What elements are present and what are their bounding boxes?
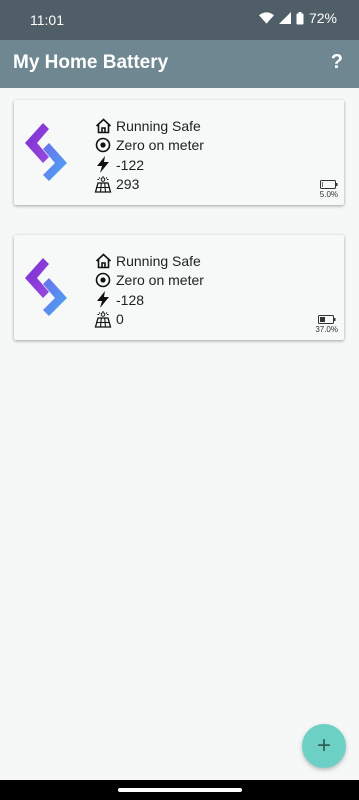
solar-row: 293 bbox=[94, 175, 204, 195]
plus-icon: + bbox=[316, 732, 331, 759]
bolt-icon bbox=[94, 291, 112, 309]
bolt-icon bbox=[94, 156, 112, 174]
target-icon bbox=[94, 136, 112, 154]
battery-level: 37.0% bbox=[315, 315, 338, 334]
grid-row: -122 bbox=[94, 155, 204, 175]
battery-level-icon bbox=[317, 315, 336, 324]
status-row: Running Safe bbox=[94, 116, 204, 136]
status-text: Running Safe bbox=[116, 117, 201, 134]
home-icon bbox=[94, 117, 112, 135]
target-icon bbox=[94, 271, 112, 289]
battery-percent: 5.0% bbox=[319, 190, 338, 199]
battery-icon bbox=[296, 11, 304, 24]
solar-value: 293 bbox=[116, 176, 140, 193]
status-time: 11:01 bbox=[30, 12, 64, 28]
battery-card[interactable]: Running Safe Zero on meter -122 293 5.0% bbox=[14, 100, 344, 205]
navigation-bar bbox=[0, 780, 359, 800]
status-bar: 11:01 72% bbox=[0, 0, 359, 40]
mode-text: Zero on meter bbox=[116, 272, 204, 289]
card-rows: Running Safe Zero on meter -128 0 bbox=[94, 251, 204, 329]
battery-level: 5.0% bbox=[320, 180, 338, 199]
status-battery-text: 72% bbox=[308, 10, 337, 26]
battery-percent: 37.0% bbox=[315, 325, 338, 334]
status-row: Running Safe bbox=[94, 251, 204, 271]
status-text: Running Safe bbox=[116, 252, 201, 269]
solar-value: 0 bbox=[116, 311, 124, 328]
solar-row: 0 bbox=[94, 310, 204, 330]
mode-row: Zero on meter bbox=[94, 136, 204, 156]
grid-value: -128 bbox=[116, 291, 145, 308]
solar-panel-icon bbox=[94, 310, 112, 328]
grid-row: -128 bbox=[94, 290, 204, 310]
status-icons: 72% bbox=[258, 10, 337, 26]
home-gesture-handle[interactable] bbox=[118, 788, 242, 792]
app-bar: My Home Battery ? bbox=[0, 40, 359, 88]
app-logo-icon bbox=[25, 258, 67, 316]
card-rows: Running Safe Zero on meter -122 293 bbox=[94, 116, 204, 194]
wifi-icon bbox=[258, 12, 274, 24]
battery-card[interactable]: Running Safe Zero on meter -128 0 37.0% bbox=[14, 235, 344, 340]
help-icon[interactable]: ? bbox=[331, 51, 343, 74]
cellular-icon bbox=[278, 12, 291, 24]
solar-panel-icon bbox=[94, 175, 112, 193]
mode-text: Zero on meter bbox=[116, 137, 204, 154]
home-icon bbox=[94, 252, 112, 270]
app-title: My Home Battery bbox=[13, 52, 169, 73]
add-battery-button[interactable]: + bbox=[302, 724, 346, 768]
grid-value: -122 bbox=[116, 156, 145, 173]
mode-row: Zero on meter bbox=[94, 271, 204, 291]
battery-level-icon bbox=[319, 180, 338, 189]
app-logo-icon bbox=[25, 123, 67, 181]
